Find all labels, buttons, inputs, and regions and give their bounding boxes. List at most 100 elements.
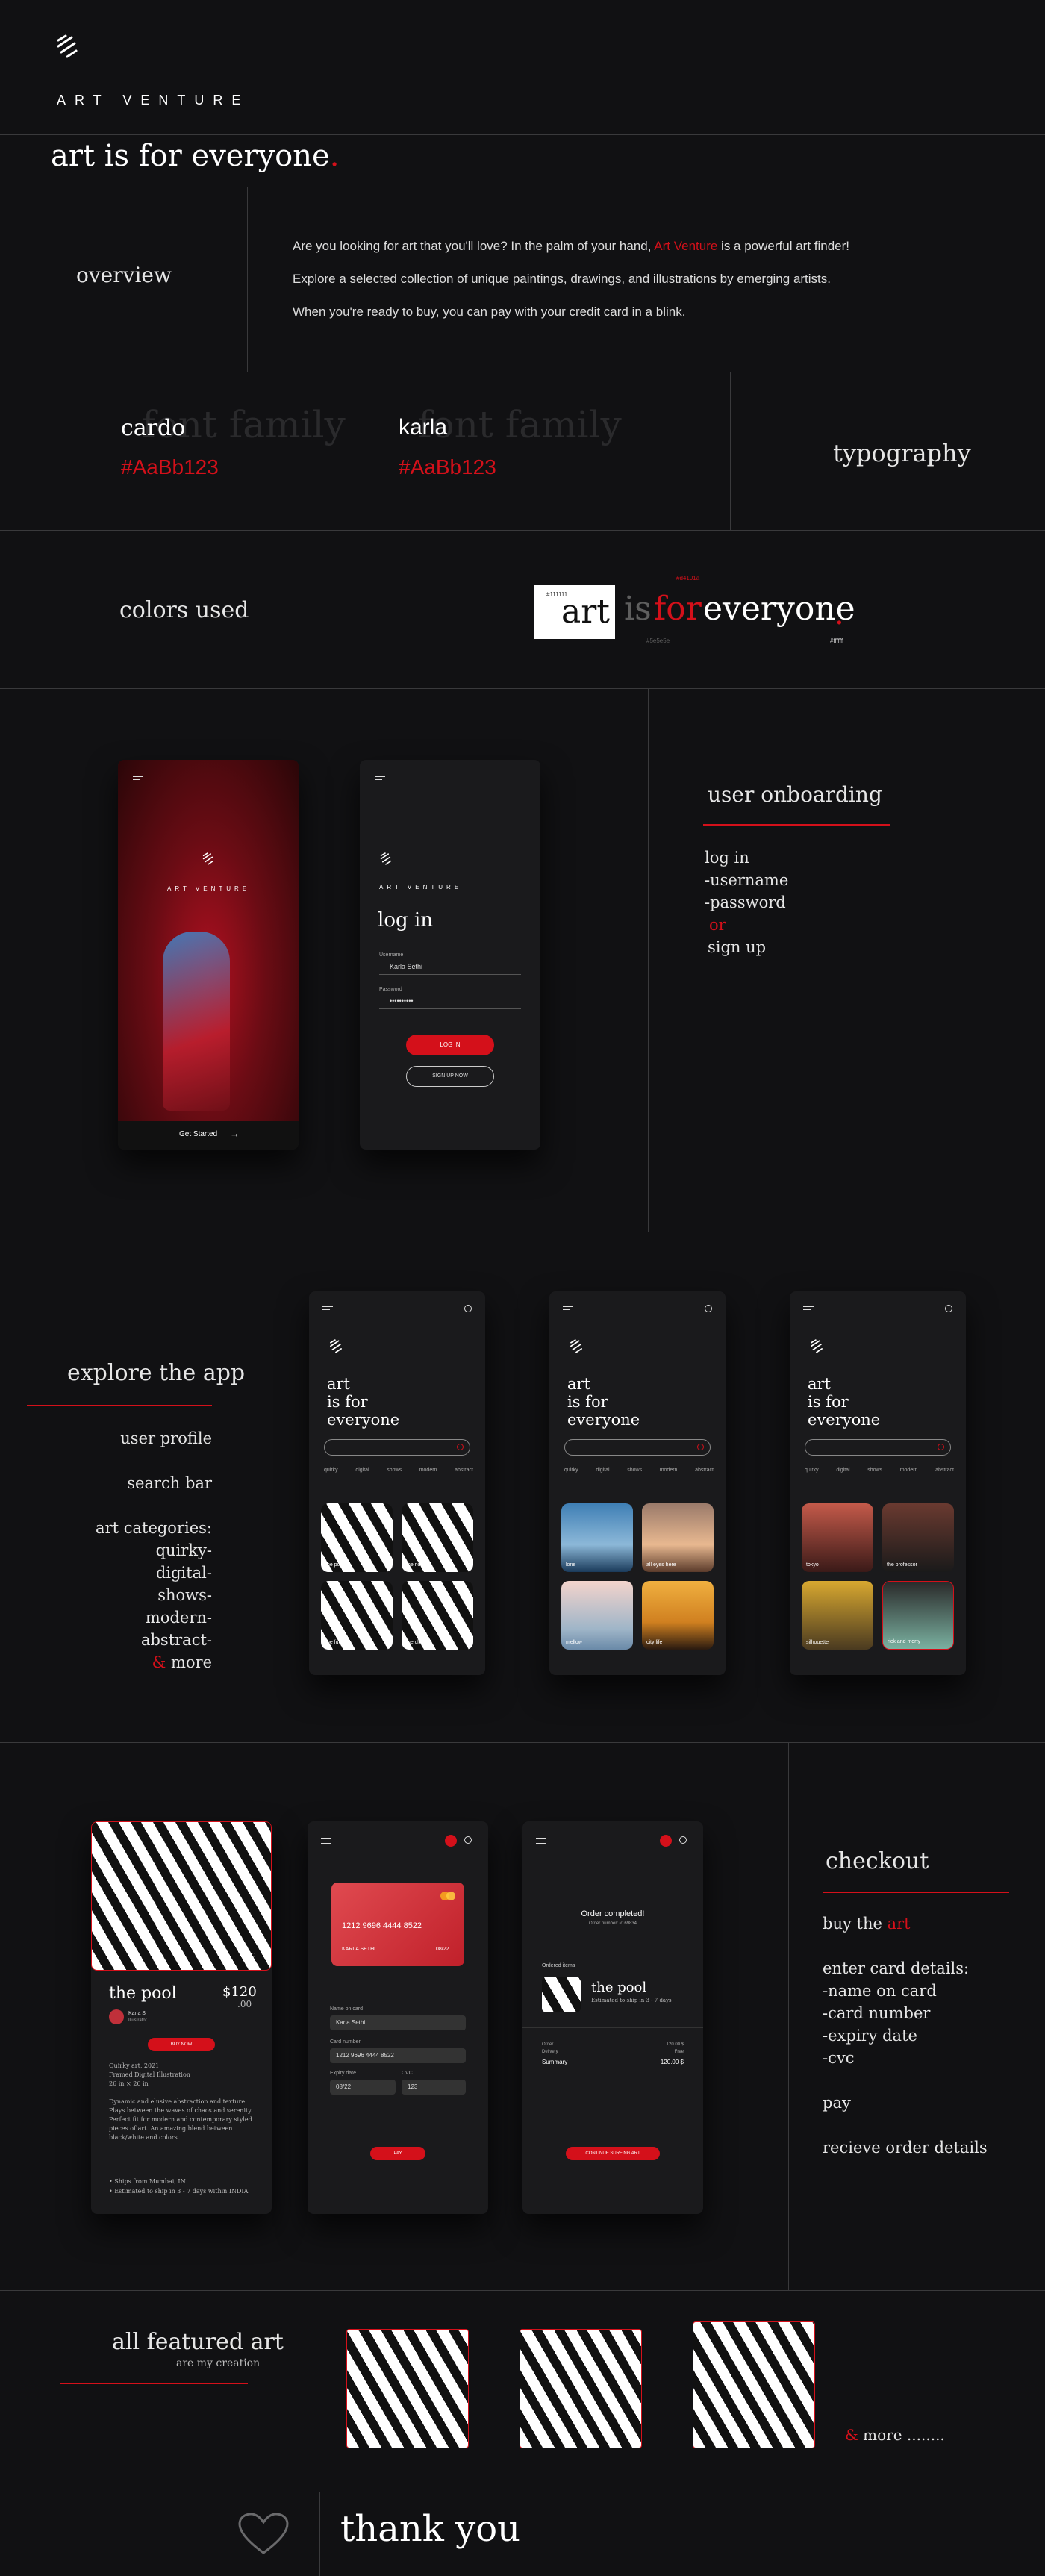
tab-digital[interactable]: digital bbox=[355, 1468, 369, 1473]
pay-button[interactable]: PAY bbox=[370, 2147, 425, 2160]
search-input[interactable] bbox=[324, 1439, 470, 1456]
label-white: #ffffff bbox=[830, 637, 843, 644]
tab-modern[interactable]: modern bbox=[900, 1468, 918, 1473]
name-field[interactable]: Karla Sethi bbox=[330, 2015, 466, 2030]
featured-heading: all featured art bbox=[112, 2329, 284, 2355]
tab-abstract[interactable]: abstract bbox=[455, 1468, 473, 1473]
tab-quirky[interactable]: quirky bbox=[564, 1468, 578, 1473]
explore-item: quirky- bbox=[155, 1541, 212, 1559]
continue-button[interactable]: CONTINUE SURFING ART bbox=[566, 2147, 660, 2160]
phone-title: art is for everyone bbox=[327, 1375, 400, 1429]
cvc-field[interactable]: 123 bbox=[402, 2080, 466, 2095]
menu-icon[interactable] bbox=[536, 1838, 546, 1844]
tab-quirky[interactable]: quirky bbox=[805, 1468, 819, 1473]
explore-screen-digital: art is for everyone quirky digital shows mode… bbox=[549, 1291, 726, 1675]
category-tabs: quirky digital shows modern abstract bbox=[805, 1468, 954, 1473]
overview-line1: Are you looking for art that you'll love… bbox=[293, 239, 850, 253]
tab-quirky[interactable]: quirky bbox=[324, 1468, 338, 1473]
label-gray: #5e5e5e bbox=[646, 637, 670, 644]
search-input[interactable] bbox=[805, 1439, 951, 1456]
heart-icon[interactable]: ♡ bbox=[248, 1952, 257, 1961]
explore-screen-shows: art is for everyone quirky digital shows mode… bbox=[790, 1291, 966, 1675]
signup-button[interactable]: SIGN UP NOW bbox=[406, 1066, 494, 1087]
menu-icon[interactable] bbox=[563, 1306, 573, 1312]
tab-modern[interactable]: modern bbox=[419, 1468, 437, 1473]
menu-icon[interactable] bbox=[133, 776, 143, 782]
art-tile[interactable]: mellow bbox=[561, 1581, 633, 1650]
tab-abstract[interactable]: abstract bbox=[935, 1468, 954, 1473]
tab-shows[interactable]: shows bbox=[387, 1468, 402, 1473]
onboarding-item: -username bbox=[705, 871, 789, 889]
explore-item: modern- bbox=[145, 1609, 212, 1627]
tab-modern[interactable]: modern bbox=[660, 1468, 678, 1473]
art-tile[interactable]: the ride bbox=[402, 1503, 473, 1572]
brand-name: ART VENTURE bbox=[57, 93, 250, 107]
art-title: the pool bbox=[109, 1984, 177, 2003]
explore-item: user profile bbox=[120, 1429, 212, 1447]
menu-icon[interactable] bbox=[803, 1306, 814, 1312]
menu-icon[interactable] bbox=[375, 776, 385, 782]
overview-heading: overview bbox=[76, 263, 172, 287]
search-input[interactable] bbox=[564, 1439, 711, 1456]
name-label: Name on card bbox=[330, 2006, 363, 2012]
login-button[interactable]: LOG IN bbox=[406, 1035, 494, 1055]
search-icon[interactable] bbox=[697, 1444, 704, 1450]
art-price-cents: .00 bbox=[237, 1999, 252, 2009]
onboarding-or: or bbox=[709, 916, 726, 934]
user-icon[interactable] bbox=[945, 1305, 952, 1312]
cart-icon[interactable] bbox=[445, 1835, 457, 1847]
search-icon[interactable] bbox=[938, 1444, 944, 1450]
password-value: •••••••••• bbox=[390, 997, 414, 1005]
user-icon[interactable] bbox=[464, 1836, 472, 1844]
art-tile[interactable]: the professor bbox=[882, 1503, 954, 1572]
featured-art[interactable] bbox=[520, 2329, 642, 2448]
more-label: more bbox=[166, 1653, 212, 1671]
onboarding-heading: user onboarding bbox=[708, 782, 882, 807]
menu-icon[interactable] bbox=[321, 1838, 331, 1844]
tab-shows[interactable]: shows bbox=[867, 1468, 883, 1473]
order-complete-screen: Order completed! Order number: #169834 O… bbox=[522, 1821, 703, 2214]
card-number-label: Card number bbox=[330, 2039, 361, 2045]
get-started-bar[interactable]: Get Started → bbox=[118, 1121, 299, 1150]
buy-now-button[interactable]: BUY NOW bbox=[148, 2038, 215, 2051]
art-tile[interactable]: the pool bbox=[321, 1503, 393, 1572]
art-tile[interactable]: lone bbox=[561, 1503, 633, 1572]
order-done-title: Order completed! bbox=[581, 1909, 645, 1918]
font2-ghost: font family bbox=[418, 403, 622, 446]
avatar[interactable] bbox=[109, 2009, 124, 2024]
menu-icon[interactable] bbox=[322, 1306, 333, 1312]
tab-abstract[interactable]: abstract bbox=[695, 1468, 714, 1473]
user-icon[interactable] bbox=[464, 1305, 472, 1312]
cart-icon[interactable] bbox=[660, 1835, 672, 1847]
tab-digital[interactable]: digital bbox=[596, 1468, 610, 1473]
art-tile[interactable]: city life bbox=[642, 1581, 714, 1650]
tab-shows[interactable]: shows bbox=[627, 1468, 642, 1473]
art-tile[interactable]: silhouette bbox=[802, 1581, 873, 1650]
payment-screen: 1212 9696 4444 8522 KARLA SETHI 08/22 Na… bbox=[308, 1821, 488, 2214]
card-name: KARLA SETHI bbox=[342, 1947, 376, 1952]
password-field[interactable]: •••••••••• bbox=[379, 996, 521, 1009]
username-field[interactable]: Karla Sethi bbox=[379, 961, 521, 975]
art-tile[interactable]: the chase bbox=[402, 1581, 473, 1650]
hand-image bbox=[163, 932, 230, 1111]
expiry-field[interactable]: 08/22 bbox=[330, 2080, 396, 2095]
user-icon[interactable] bbox=[679, 1836, 687, 1844]
featured-art[interactable] bbox=[346, 2329, 469, 2448]
summary-label: Summary bbox=[542, 2059, 568, 2065]
card-number-field[interactable]: 1212 9696 4444 8522 bbox=[330, 2048, 466, 2063]
search-icon[interactable] bbox=[457, 1444, 464, 1450]
delivery-label: Delivery bbox=[542, 2050, 558, 2054]
featured-sub: are my creation bbox=[176, 2357, 261, 2369]
heading-underline bbox=[823, 1892, 1009, 1893]
art-tile[interactable]: rick and morty bbox=[882, 1581, 954, 1650]
art-tile[interactable]: tokyo bbox=[802, 1503, 873, 1572]
tab-digital[interactable]: digital bbox=[836, 1468, 849, 1473]
art-tile[interactable]: all eyes here bbox=[642, 1503, 714, 1572]
featured-art[interactable] bbox=[693, 2321, 815, 2448]
art-tile[interactable]: the fun bbox=[321, 1581, 393, 1650]
featured-more: & more ........ bbox=[845, 2426, 945, 2444]
user-icon[interactable] bbox=[705, 1305, 712, 1312]
explore-item: search bar bbox=[127, 1474, 212, 1492]
delivery-value: Free bbox=[674, 2050, 684, 2054]
phone-title: art is for everyone bbox=[808, 1375, 881, 1429]
